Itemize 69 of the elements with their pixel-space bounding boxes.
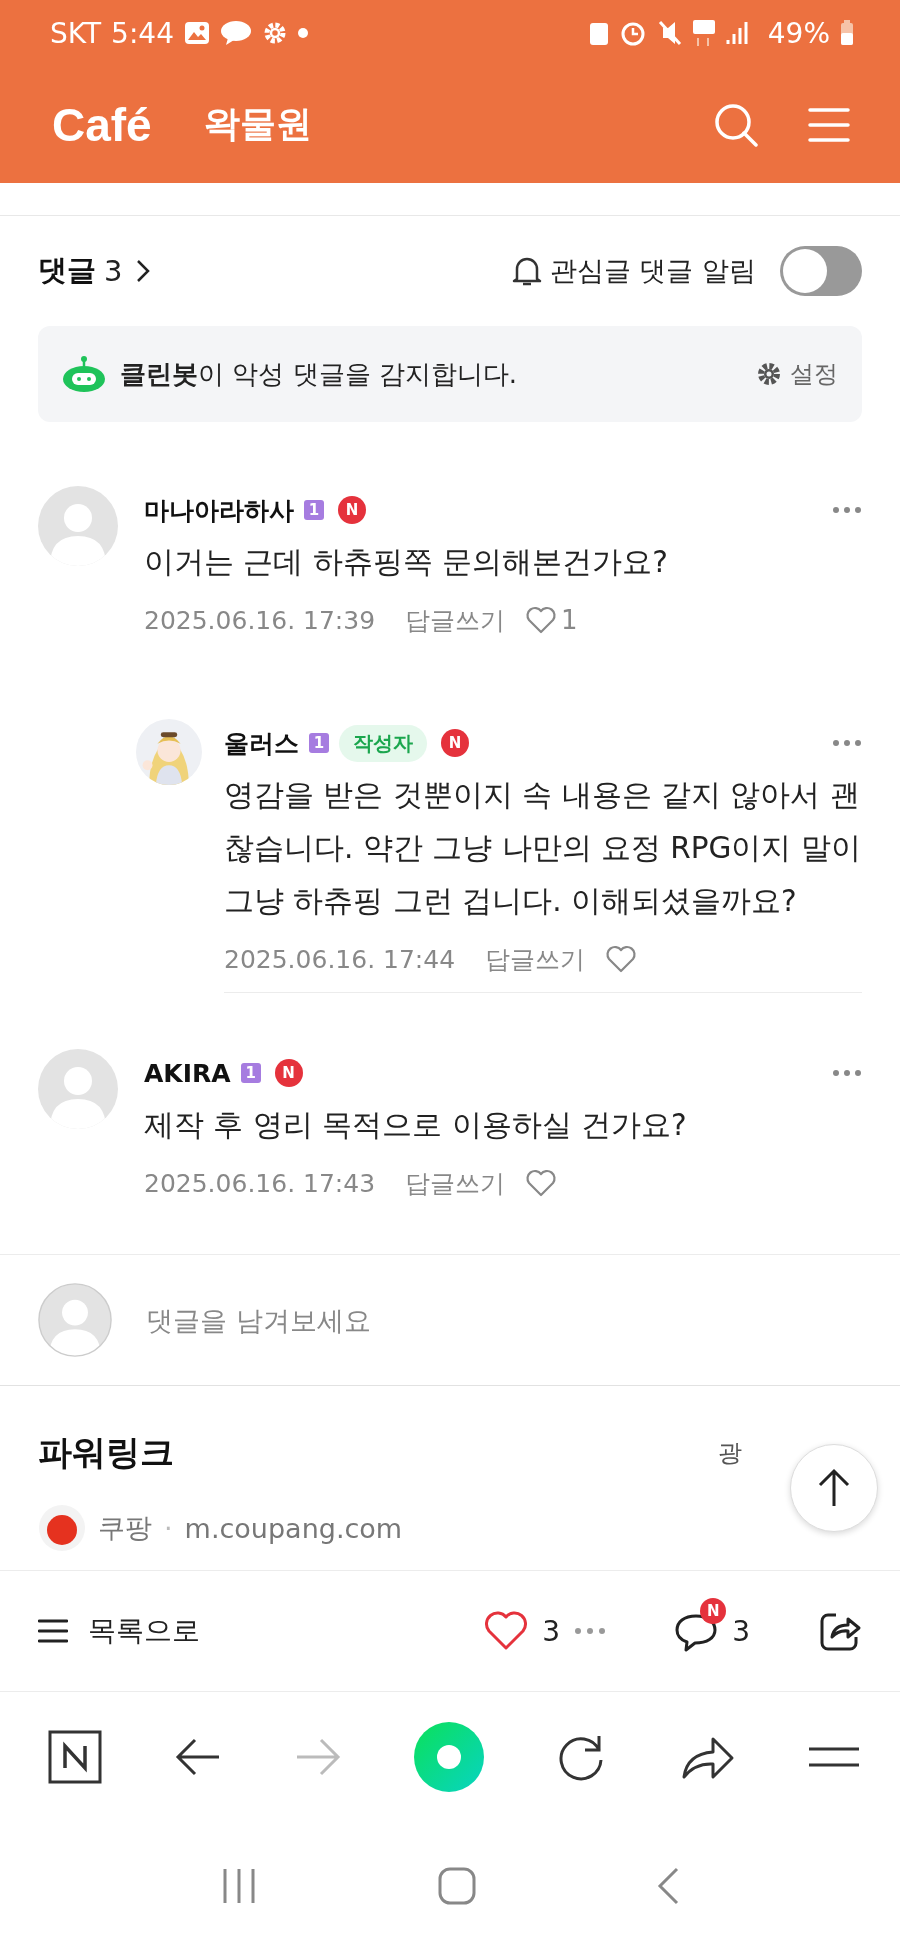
list-link[interactable]: 목록으로 bbox=[88, 1612, 200, 1650]
cafe-logo[interactable]: Café bbox=[52, 97, 152, 152]
comment-date: 2025.06.16. 17:43 bbox=[144, 1168, 376, 1198]
back-icon[interactable] bbox=[657, 1867, 680, 1905]
gallery-icon bbox=[183, 21, 210, 45]
more-icon[interactable] bbox=[832, 739, 862, 747]
new-badge: N bbox=[338, 496, 366, 524]
robot-icon bbox=[62, 356, 106, 392]
dot-icon bbox=[297, 28, 308, 38]
reply-link[interactable]: 답글쓰기 bbox=[405, 603, 506, 637]
comment-text: 이거는 근데 하츄핑쪽 문의해본건가요? bbox=[144, 544, 669, 581]
bell-icon bbox=[511, 255, 542, 287]
cafe-name[interactable]: 왁물원 bbox=[203, 100, 312, 149]
advertiser-url[interactable]: m.coupang.com bbox=[184, 1512, 403, 1544]
settings-button[interactable]: 설정 bbox=[756, 358, 838, 390]
level-badge: 1 bbox=[240, 1063, 261, 1083]
gear-icon bbox=[756, 361, 782, 387]
back-arrow-icon[interactable] bbox=[175, 1737, 222, 1777]
advertiser-name[interactable]: 쿠팡 bbox=[98, 1510, 152, 1546]
reply-link[interactable]: 답글쓰기 bbox=[405, 1166, 506, 1200]
comments-count[interactable]: 3 bbox=[104, 254, 123, 288]
clock: 5:44 bbox=[111, 16, 174, 50]
carrier: SKT bbox=[50, 16, 102, 50]
menu-icon[interactable] bbox=[807, 1746, 860, 1768]
ring-icon[interactable] bbox=[414, 1722, 484, 1792]
separator-dot: · bbox=[164, 1512, 173, 1544]
heart-icon[interactable] bbox=[525, 606, 558, 634]
level-badge: 1 bbox=[304, 500, 324, 520]
home-icon[interactable] bbox=[438, 1867, 476, 1905]
comment-count: 3 bbox=[732, 1614, 750, 1648]
comment-date: 2025.06.16. 17:39 bbox=[144, 605, 376, 635]
chevron-right-icon[interactable] bbox=[136, 259, 151, 283]
more-icon[interactable] bbox=[832, 1069, 862, 1077]
scroll-top-button[interactable] bbox=[790, 1444, 878, 1532]
author-name[interactable]: 울러스 bbox=[224, 726, 299, 760]
writer-tag: 작성자 bbox=[339, 724, 427, 762]
list-icon[interactable] bbox=[38, 1619, 68, 1643]
new-badge: N bbox=[441, 729, 469, 757]
comments-title[interactable]: 댓글 bbox=[38, 251, 96, 291]
author-name[interactable]: AKIRA bbox=[144, 1058, 231, 1088]
heart-icon[interactable] bbox=[525, 1169, 558, 1197]
cleanbot-notice: 클린봇이 악성 댓글을 감지합니다. bbox=[120, 357, 518, 391]
comment-text: 제작 후 영리 목적으로 이용하실 건가요? bbox=[144, 1107, 688, 1144]
heart-icon[interactable] bbox=[484, 1611, 529, 1651]
author-name[interactable]: 마나아라하사 bbox=[144, 493, 294, 527]
chat-bubble-icon bbox=[219, 20, 252, 46]
like-count: 1 bbox=[561, 605, 578, 635]
powerlink-title: 파워링크 bbox=[38, 1431, 174, 1474]
forward-arrow-icon[interactable] bbox=[294, 1737, 341, 1777]
heart-icon[interactable] bbox=[605, 945, 638, 973]
battery-icon bbox=[840, 20, 854, 46]
notify-toggle[interactable] bbox=[780, 246, 862, 296]
more-icon[interactable] bbox=[574, 1627, 607, 1635]
comment-input[interactable]: 댓글을 남겨보세요 bbox=[144, 1303, 862, 1337]
shop-logo-icon bbox=[38, 1504, 86, 1552]
naver-home-icon[interactable] bbox=[48, 1730, 102, 1784]
comment-date: 2025.06.16. 17:44 bbox=[224, 944, 456, 974]
new-badge: N bbox=[274, 1059, 303, 1087]
arrow-up-icon bbox=[816, 1468, 852, 1508]
search-icon[interactable] bbox=[714, 102, 758, 147]
level-badge: 1 bbox=[309, 733, 329, 753]
more-icon[interactable] bbox=[832, 506, 862, 514]
battery-percent: 49% bbox=[767, 16, 830, 50]
notify-label: 관심글 댓글 알림 bbox=[549, 254, 756, 288]
comment-text: 영감을 받은 것뿐이지 속 내용은 같지 않아서 괜찮습니다. 약간 그냥 나만의 요정 RPG이지 말이 그냥 하츄핑 그런 겁니다. 이해되셨을까요? bbox=[224, 777, 862, 920]
ad-label: 광 bbox=[718, 1438, 742, 1469]
like-count: 3 bbox=[542, 1614, 561, 1648]
new-badge: N bbox=[700, 1598, 727, 1624]
reply-link[interactable]: 답글쓰기 bbox=[485, 942, 586, 976]
